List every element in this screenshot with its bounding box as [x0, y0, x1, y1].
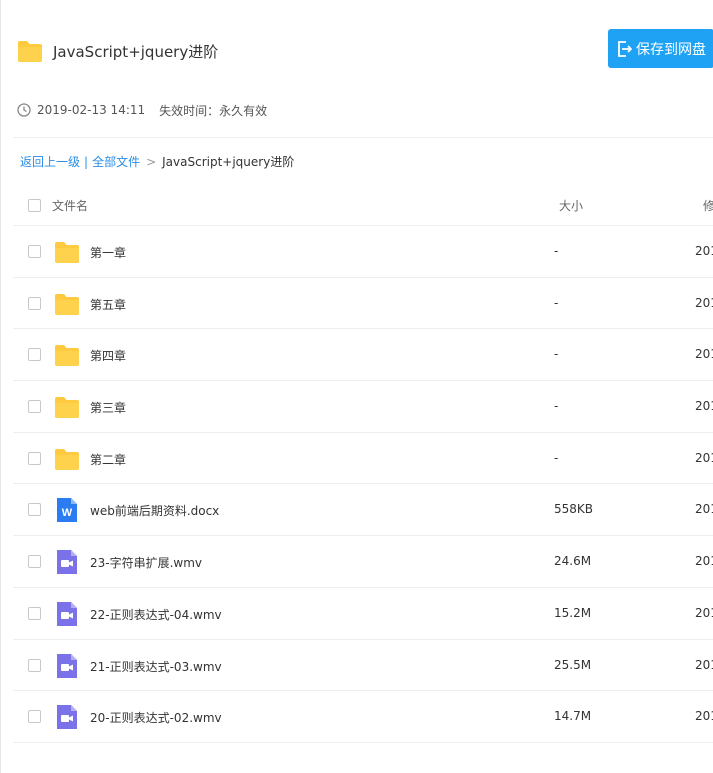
file-size: -	[554, 450, 559, 465]
clock-icon	[17, 103, 31, 117]
row-checkbox[interactable]	[28, 606, 41, 620]
folder-icon	[54, 446, 80, 472]
breadcrumb-current: JavaScript+jquery进阶	[162, 155, 295, 169]
folder-icon	[17, 39, 43, 67]
share-meta: 2019-02-13 14:11 失效时间：永久有效	[17, 101, 267, 119]
row-checkbox[interactable]	[28, 503, 41, 517]
file-modified-date: 201	[695, 399, 713, 414]
file-modified-date: 201	[695, 554, 713, 569]
file-size: -	[554, 244, 559, 258]
file-name[interactable]: 第三章	[90, 399, 126, 416]
video-file-icon	[54, 601, 80, 627]
back-link[interactable]: 返回上一级	[20, 155, 80, 169]
save-icon	[616, 40, 632, 58]
folder-icon	[54, 394, 80, 420]
file-size: 15.2M	[554, 605, 592, 620]
file-size: -	[554, 399, 559, 414]
row-checkbox[interactable]	[28, 658, 41, 672]
file-row[interactable]: 第四章 - 201	[13, 329, 713, 382]
svg-text:W: W	[62, 507, 73, 519]
breadcrumb: 返回上一级 | 全部文件 > JavaScript+jquery进阶	[20, 153, 294, 171]
column-header-modified[interactable]: 修	[703, 197, 713, 214]
save-button-label: 保存到网盘	[636, 41, 706, 58]
folder-icon	[54, 239, 80, 265]
divider	[13, 137, 713, 138]
page-title: JavaScript+jquery进阶	[53, 43, 219, 61]
video-file-icon	[54, 704, 80, 730]
file-modified-date: 201	[695, 605, 713, 620]
video-file-icon	[54, 549, 80, 575]
file-size: 25.5M	[554, 657, 592, 672]
file-row[interactable]: 第三章 - 201	[13, 381, 713, 433]
word-doc-icon: W	[54, 497, 80, 523]
folder-icon	[54, 291, 80, 317]
file-row[interactable]: 第五章 - 201	[13, 278, 713, 330]
file-modified-date: 201	[695, 347, 713, 362]
file-name[interactable]: 第四章	[90, 347, 126, 364]
table-header: 文件名 大小 修	[13, 185, 713, 226]
file-modified-date: 201	[695, 709, 713, 724]
row-checkbox[interactable]	[28, 296, 41, 310]
column-header-name[interactable]: 文件名	[52, 197, 88, 214]
row-checkbox[interactable]	[28, 451, 41, 465]
file-name[interactable]: 20-正则表达式-02.wmv	[90, 709, 222, 726]
file-modified-date: 201	[695, 244, 713, 258]
select-all-checkbox[interactable]	[28, 199, 41, 212]
row-checkbox[interactable]	[28, 555, 41, 569]
breadcrumb-arrow: >	[146, 155, 157, 169]
file-row[interactable]: 第二章 - 201	[13, 433, 713, 485]
file-name[interactable]: web前端后期资料.docx	[90, 502, 219, 519]
file-row[interactable]: 第一章 - 201	[13, 226, 713, 278]
file-name[interactable]: 23-字符串扩展.wmv	[90, 554, 202, 571]
file-size: 14.7M	[554, 709, 592, 724]
breadcrumb-separator: |	[84, 155, 89, 169]
share-time: 2019-02-13 14:11	[37, 103, 146, 117]
expiry-label: 失效时间：永久有效	[159, 103, 268, 118]
file-modified-date: 201	[695, 295, 713, 310]
folder-icon	[54, 342, 80, 368]
share-page: JavaScript+jquery进阶 保存到网盘 2019-02-13 14:…	[0, 0, 713, 773]
file-name[interactable]: 第五章	[90, 296, 126, 313]
save-to-netdisk-button[interactable]: 保存到网盘	[608, 29, 713, 68]
file-name[interactable]: 21-正则表达式-03.wmv	[90, 658, 222, 675]
file-name[interactable]: 第一章	[90, 244, 126, 261]
file-modified-date: 201	[695, 502, 713, 517]
file-row[interactable]: 20-正则表达式-02.wmv 14.7M 201	[13, 691, 713, 743]
file-size: -	[554, 295, 559, 310]
file-name[interactable]: 22-正则表达式-04.wmv	[90, 606, 222, 623]
file-modified-date: 201	[695, 450, 713, 465]
file-row[interactable]: Wweb前端后期资料.docx 558KB 201	[13, 484, 713, 537]
column-header-size[interactable]: 大小	[559, 197, 583, 214]
file-list: 第一章-201第五章-201第四章-201第三章-201第二章-201Wweb前…	[13, 226, 713, 743]
row-checkbox[interactable]	[28, 710, 41, 724]
video-file-icon	[54, 653, 80, 679]
file-row[interactable]: 21-正则表达式-03.wmv 25.5M 201	[13, 640, 713, 692]
row-checkbox[interactable]	[28, 245, 41, 258]
row-checkbox[interactable]	[28, 400, 41, 414]
file-size: 24.6M	[554, 554, 592, 569]
share-header: JavaScript+jquery进阶 保存到网盘 2019-02-13 14:…	[1, 0, 713, 118]
file-size: 558KB	[554, 502, 594, 517]
file-row[interactable]: 22-正则表达式-04.wmv 15.2M 201	[13, 588, 713, 640]
row-checkbox[interactable]	[28, 348, 41, 362]
file-row[interactable]: 23-字符串扩展.wmv 24.6M 201	[13, 536, 713, 588]
all-files-link[interactable]: 全部文件	[92, 155, 140, 169]
file-size: -	[554, 347, 559, 362]
file-modified-date: 201	[695, 657, 713, 672]
file-name[interactable]: 第二章	[90, 451, 126, 468]
